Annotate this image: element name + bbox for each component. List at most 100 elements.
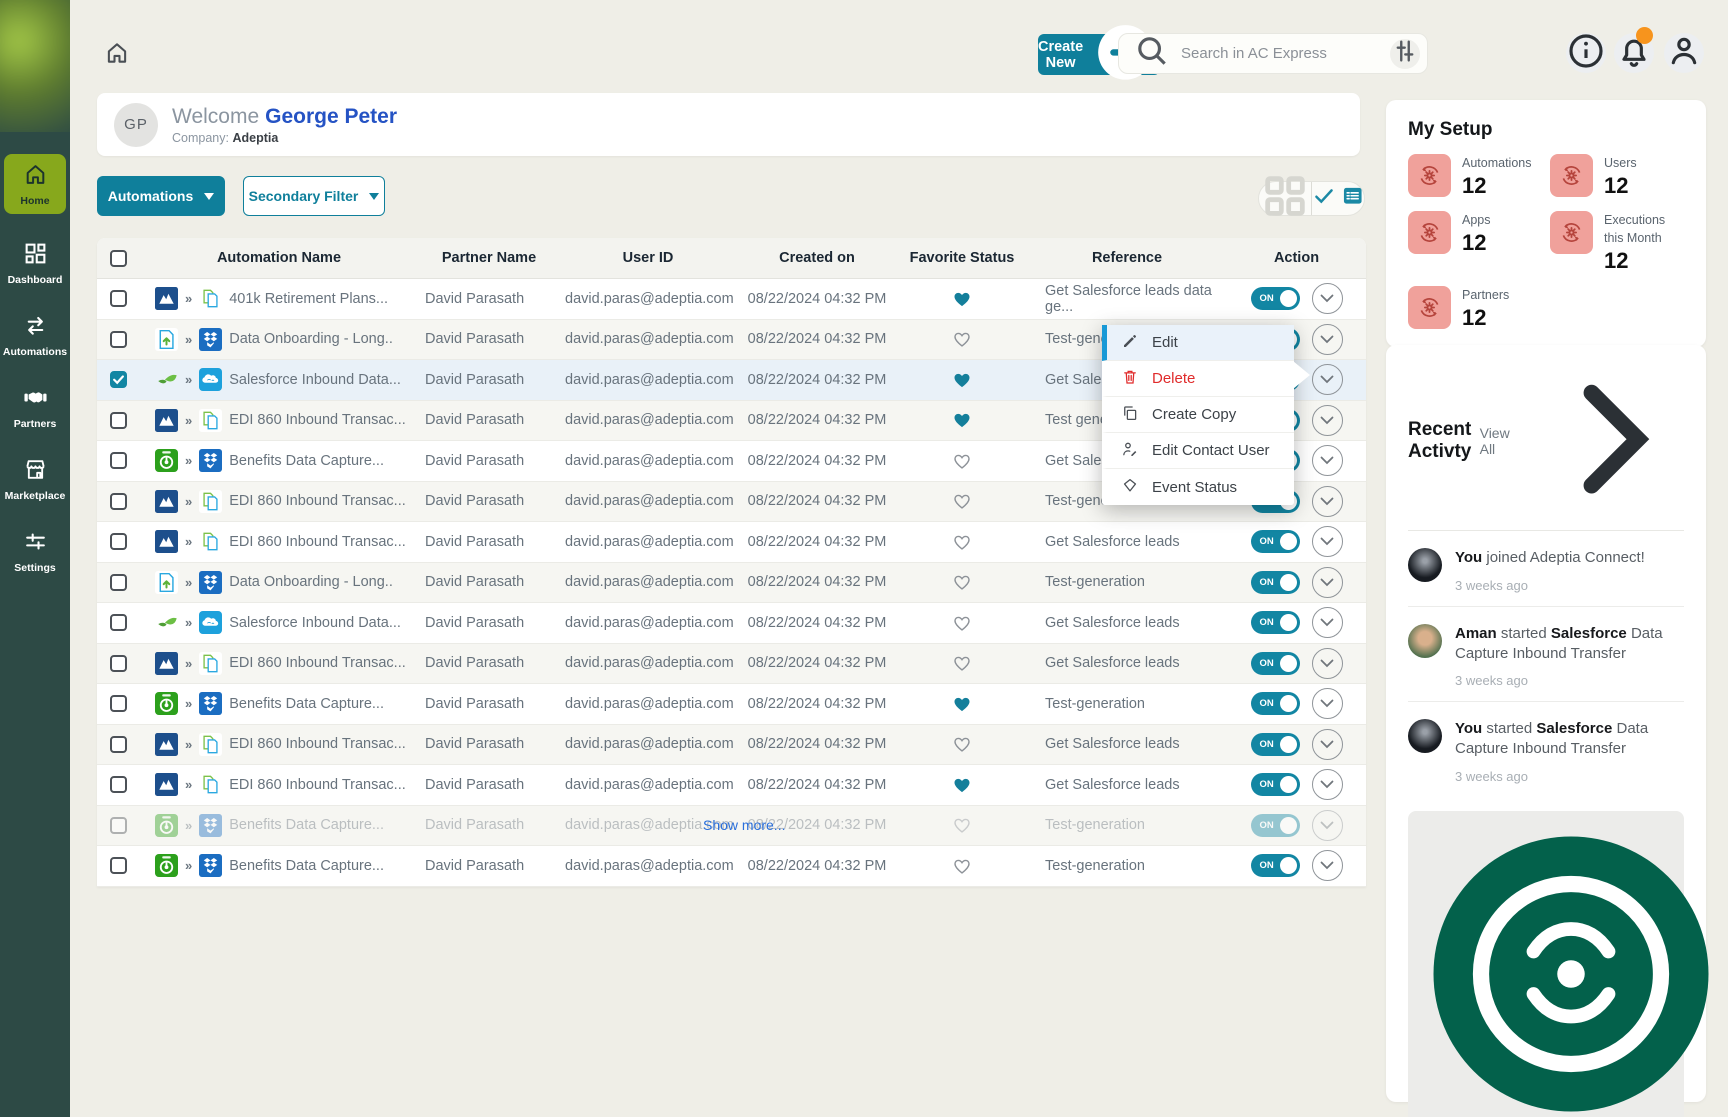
favorite-heart-filled-icon[interactable] [951, 370, 973, 390]
favorite-heart-filled-icon[interactable] [951, 694, 973, 714]
status-toggle[interactable]: ON [1251, 692, 1300, 715]
search-input[interactable] [1181, 45, 1380, 62]
favorite-heart-outline-icon[interactable] [951, 815, 973, 835]
favorite-heart-outline-icon[interactable] [951, 613, 973, 633]
table-row: » Benefits Data Capture... David Parasat… [97, 684, 1366, 725]
reference: Test-generation [1027, 858, 1227, 874]
caret-down-icon [204, 193, 214, 200]
menu-item-label: Event Status [1152, 479, 1237, 496]
status-toggle[interactable]: ON [1251, 854, 1300, 877]
favorite-heart-outline-icon[interactable] [951, 451, 973, 471]
search-filter-button[interactable] [1390, 39, 1420, 69]
row-checkbox[interactable] [110, 695, 127, 712]
row-checkbox[interactable] [110, 331, 127, 348]
row-checkbox[interactable] [110, 452, 127, 469]
row-checkbox[interactable] [110, 371, 127, 388]
favorite-heart-filled-icon[interactable] [951, 410, 973, 430]
chart-app-icon [155, 409, 178, 432]
user-id: david.paras@adeptia.com [559, 331, 737, 347]
row-actions-button[interactable] [1312, 810, 1343, 841]
row-checkbox[interactable] [110, 533, 127, 550]
profile-button[interactable] [1664, 33, 1704, 73]
show-more-link[interactable]: Show more... [703, 817, 785, 833]
row-actions-button[interactable] [1312, 364, 1343, 395]
favorite-heart-outline-icon[interactable] [951, 856, 973, 876]
row-actions-button[interactable] [1312, 729, 1343, 760]
sidebar-item-partners[interactable]: Partners [2, 385, 68, 430]
row-checkbox[interactable] [110, 776, 127, 793]
welcome-card: GP WelcomeGeorge Peter Company: Adeptia [97, 93, 1360, 156]
sidebar-item-home[interactable]: Home [4, 154, 66, 214]
row-checkbox[interactable] [110, 655, 127, 672]
row-actions-button[interactable] [1312, 405, 1343, 436]
status-toggle[interactable]: ON [1251, 287, 1300, 310]
leaf-app-icon [155, 611, 178, 634]
row-actions-button[interactable] [1312, 769, 1343, 800]
row-checkbox[interactable] [110, 614, 127, 631]
status-toggle[interactable]: ON [1251, 733, 1300, 756]
favorite-heart-filled-icon[interactable] [951, 775, 973, 795]
company-line: Company: Adeptia [172, 131, 397, 145]
partner-name: David Parasath [419, 574, 559, 590]
select-all-checkbox[interactable] [110, 250, 127, 267]
row-actions-button[interactable] [1312, 607, 1343, 638]
menu-item-event-status[interactable]: Event Status [1102, 469, 1294, 505]
favorite-heart-outline-icon[interactable] [951, 734, 973, 754]
row-checkbox[interactable] [110, 290, 127, 307]
person-icon [1664, 31, 1704, 76]
row-actions-button[interactable] [1312, 648, 1343, 679]
favorite-heart-outline-icon[interactable] [951, 572, 973, 592]
status-toggle[interactable]: ON [1251, 652, 1300, 675]
automation-name: Benefits Data Capture... [229, 858, 384, 874]
row-actions-button[interactable] [1312, 445, 1343, 476]
favorite-heart-filled-icon[interactable] [951, 289, 973, 309]
row-checkbox[interactable] [110, 857, 127, 874]
sidebar-item-dashboard[interactable]: Dashboard [2, 241, 68, 286]
status-toggle[interactable]: ON [1251, 611, 1300, 634]
favorite-heart-outline-icon[interactable] [951, 329, 973, 349]
menu-item-create-copy[interactable]: Create Copy [1102, 397, 1294, 433]
row-actions-button[interactable] [1312, 324, 1343, 355]
breadcrumb-home-icon[interactable] [104, 40, 130, 66]
row-actions-button[interactable] [1312, 283, 1343, 314]
status-toggle[interactable]: ON [1251, 530, 1300, 553]
stat-label: Partners [1462, 288, 1509, 302]
favorite-heart-outline-icon[interactable] [951, 532, 973, 552]
row-actions-button[interactable] [1312, 567, 1343, 598]
view-all-link[interactable]: View All [1480, 365, 1684, 516]
grid-view-button[interactable] [1259, 182, 1312, 215]
sidebar-item-settings[interactable]: Settings [2, 529, 68, 574]
row-checkbox[interactable] [110, 574, 127, 591]
row-checkbox[interactable] [110, 817, 127, 834]
menu-item-delete[interactable]: Delete [1102, 361, 1294, 397]
row-checkbox[interactable] [110, 412, 127, 429]
sidebar-item-automations[interactable]: Automations [2, 313, 68, 358]
row-actions-button[interactable] [1312, 486, 1343, 517]
reference: Get Salesforce leads [1027, 534, 1227, 550]
list-view-button[interactable] [1312, 182, 1364, 215]
chevrons-right-icon: » [185, 737, 192, 752]
favorite-heart-outline-icon[interactable] [951, 491, 973, 511]
favorite-heart-outline-icon[interactable] [951, 653, 973, 673]
menu-item-edit[interactable]: Edit [1102, 325, 1294, 361]
row-actions-button[interactable] [1312, 850, 1343, 881]
setup-stat-partners: Partners 12 [1408, 286, 1542, 331]
user-id: david.paras@adeptia.com [559, 493, 737, 509]
created-on: 08/22/2024 04:32 PM [737, 615, 897, 631]
menu-item-edit-contact-user[interactable]: Edit Contact User [1102, 433, 1294, 469]
row-checkbox[interactable] [110, 736, 127, 753]
primary-filter-dropdown[interactable]: Automations [97, 176, 225, 216]
sidebar-item-label: Settings [14, 562, 55, 574]
status-toggle[interactable]: ON [1251, 773, 1300, 796]
row-actions-button[interactable] [1312, 526, 1343, 557]
status-toggle[interactable]: ON [1251, 814, 1300, 837]
info-button[interactable] [1566, 33, 1606, 73]
created-on: 08/22/2024 04:32 PM [737, 331, 897, 347]
status-toggle[interactable]: ON [1251, 571, 1300, 594]
activity-item: You joined Adeptia Connect! 3 weeks ago [1408, 531, 1684, 606]
row-checkbox[interactable] [110, 493, 127, 510]
row-actions-button[interactable] [1312, 688, 1343, 719]
partner-name: David Parasath [419, 453, 559, 469]
secondary-filter-dropdown[interactable]: Secondary Filter [243, 176, 385, 216]
sidebar-item-marketplace[interactable]: Marketplace [2, 457, 68, 502]
